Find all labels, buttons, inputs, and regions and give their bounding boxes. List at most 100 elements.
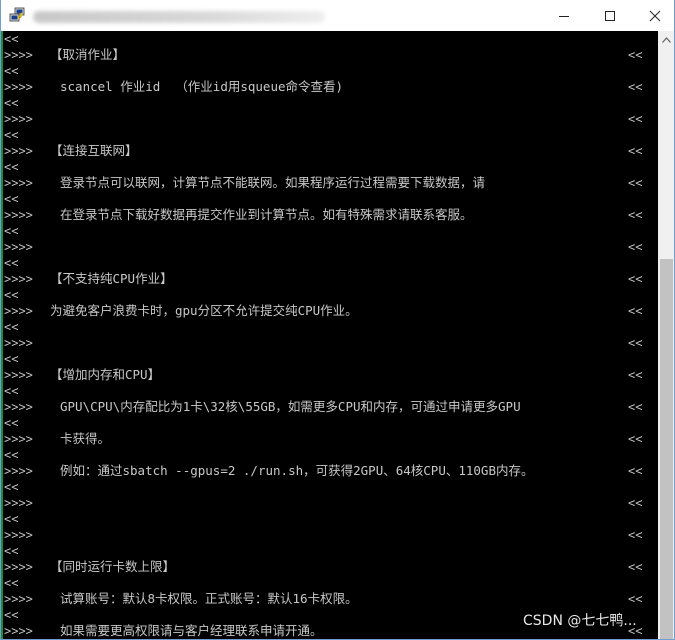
terminal-line: <<: [4, 223, 658, 239]
line-content: 【取消作业】: [50, 47, 126, 62]
line-content: 为避免客户浪费卡时，gpu分区不允许提交纯CPU作业。: [50, 303, 358, 318]
terminal-line: <<: [4, 447, 658, 463]
terminal-line: >>>> <<: [4, 335, 658, 351]
terminal-line: >>>> <<: [4, 495, 658, 511]
line-content: 试算账号：默认8卡权限。正式账号：默认16卡权限。: [60, 591, 358, 606]
line-content: 【连接互联网】: [50, 143, 138, 158]
terminal-line: <<: [4, 575, 658, 591]
line-prefix: <<: [4, 576, 19, 590]
line-right-marker: <<: [628, 560, 643, 574]
line-prefix: >>>>: [4, 560, 33, 574]
line-right-marker: <<: [628, 528, 643, 542]
close-button[interactable]: [632, 0, 674, 31]
terminal-line: >>>> 【连接互联网】 <<: [4, 143, 658, 159]
line-prefix: <<: [4, 64, 19, 78]
line-prefix: >>>>: [4, 304, 33, 318]
line-content: 如果需要更高权限请与客户经理联系申请开通。: [60, 623, 323, 638]
close-icon: [649, 10, 661, 21]
line-prefix: >>>>: [4, 592, 33, 606]
line-prefix: <<: [4, 512, 19, 526]
line-prefix: >>>>: [4, 400, 33, 414]
terminal-line: <<: [4, 63, 658, 79]
terminal-line: <<: [4, 511, 658, 527]
line-prefix: >>>>: [4, 112, 33, 126]
maximize-icon: [605, 10, 615, 21]
line-prefix: <<: [4, 416, 19, 430]
line-prefix: >>>>: [4, 144, 33, 158]
line-prefix: <<: [4, 32, 19, 46]
line-prefix: >>>>: [4, 176, 33, 190]
line-content: 【增加内存和CPU】: [50, 367, 161, 382]
line-right-marker: <<: [628, 592, 643, 606]
terminal-line: <<: [4, 287, 658, 303]
line-prefix: <<: [4, 224, 19, 238]
line-prefix: >>>>: [4, 208, 33, 222]
terminal-lines: << >>>> 【取消作业】 << << >>>> scancel 作业id （作业id用s…: [4, 31, 658, 639]
terminal-line: >>>> 试算账号：默认8卡权限。正式账号：默认16卡权限。 <<: [4, 591, 658, 607]
line-prefix: >>>>: [4, 272, 33, 286]
terminal-output[interactable]: << >>>> 【取消作业】 << << >>>> scancel 作业id （作业id用s…: [1, 31, 658, 639]
vertical-scrollbar[interactable]: [658, 31, 674, 639]
scroll-up-button[interactable]: [658, 31, 674, 48]
title-bar[interactable]: [1, 0, 674, 31]
line-right-marker: <<: [628, 112, 643, 126]
line-prefix: <<: [4, 192, 19, 206]
line-prefix: <<: [4, 96, 19, 110]
line-prefix: <<: [4, 288, 19, 302]
terminal-line: >>>> scancel 作业id （作业id用squeue命令查看) <<: [4, 79, 658, 95]
terminal-line: >>>> GPU\CPU\内存配比为1卡\32核\55GB，如需更多CPU和内存，…: [4, 399, 658, 415]
line-prefix: >>>>: [4, 240, 33, 254]
line-content: scancel 作业id （作业id用squeue命令查看): [60, 79, 344, 94]
terminal-line: >>>> 【增加内存和CPU】 <<: [4, 367, 658, 383]
line-prefix: <<: [4, 480, 19, 494]
line-prefix: <<: [4, 352, 19, 366]
line-right-marker: <<: [628, 400, 643, 414]
terminal-line: >>>> 【取消作业】 <<: [4, 47, 658, 63]
terminal-line: >>>> 例如：通过sbatch --gpus=2 ./run.sh，可获得2GP…: [4, 463, 658, 479]
maximize-button[interactable]: [587, 0, 633, 31]
line-prefix: <<: [4, 544, 19, 558]
line-content: GPU\CPU\内存配比为1卡\32核\55GB，如需更多CPU和内存，可通过申…: [60, 399, 521, 414]
line-right-marker: <<: [628, 496, 643, 510]
terminal-line: <<: [4, 159, 658, 175]
line-prefix: >>>>: [4, 336, 33, 350]
terminal-line: <<: [4, 415, 658, 431]
terminal-line: >>>> 在登录节点下载好数据再提交作业到计算节点。如有特殊需求请联系客服。 <<: [4, 207, 658, 223]
line-content: 登录节点可以联网，计算节点不能联网。如果程序运行过程需要下载数据，请: [60, 175, 486, 190]
putty-app-icon[interactable]: [9, 7, 25, 23]
terminal-line: >>>> <<: [4, 239, 658, 255]
line-prefix: >>>>: [4, 624, 33, 638]
minimize-icon: [559, 15, 569, 17]
line-right-marker: <<: [628, 48, 643, 62]
line-right-marker: <<: [628, 144, 643, 158]
terminal-line: >>>> 为避免客户浪费卡时，gpu分区不允许提交纯CPU作业。 <<: [4, 303, 658, 319]
line-right-marker: <<: [628, 304, 643, 318]
left-gutter: [1, 31, 3, 639]
terminal-window: << >>>> 【取消作业】 << << >>>> scancel 作业id （作业id用s…: [0, 0, 675, 640]
chevron-up-icon: [662, 36, 671, 43]
terminal-line: <<: [4, 191, 658, 207]
line-prefix: >>>>: [4, 496, 33, 510]
line-prefix: <<: [4, 256, 19, 270]
line-right-marker: <<: [628, 80, 643, 94]
line-right-marker: <<: [628, 336, 643, 350]
terminal-line: <<: [4, 543, 658, 559]
line-prefix: >>>>: [4, 368, 33, 382]
line-content: 【同时运行卡数上限】: [50, 559, 176, 574]
line-right-marker: <<: [628, 176, 643, 190]
line-content: 例如：通过sbatch --gpus=2 ./run.sh，可获得2GPU、64…: [60, 463, 534, 478]
line-prefix: <<: [4, 128, 19, 142]
terminal-line: >>>> 卡获得。 <<: [4, 431, 658, 447]
line-right-marker: <<: [628, 208, 643, 222]
terminal-line: <<: [4, 383, 658, 399]
terminal-line: <<: [4, 319, 658, 335]
line-content: 【不支持纯CPU作业】: [50, 271, 173, 286]
terminal-line: <<: [4, 95, 658, 111]
minimize-button[interactable]: [541, 0, 587, 31]
line-prefix: <<: [4, 608, 19, 622]
line-prefix: >>>>: [4, 48, 33, 62]
terminal-line: <<: [4, 351, 658, 367]
line-prefix: <<: [4, 160, 19, 174]
scrollbar-thumb[interactable]: [660, 259, 673, 639]
line-right-marker: <<: [628, 368, 643, 382]
